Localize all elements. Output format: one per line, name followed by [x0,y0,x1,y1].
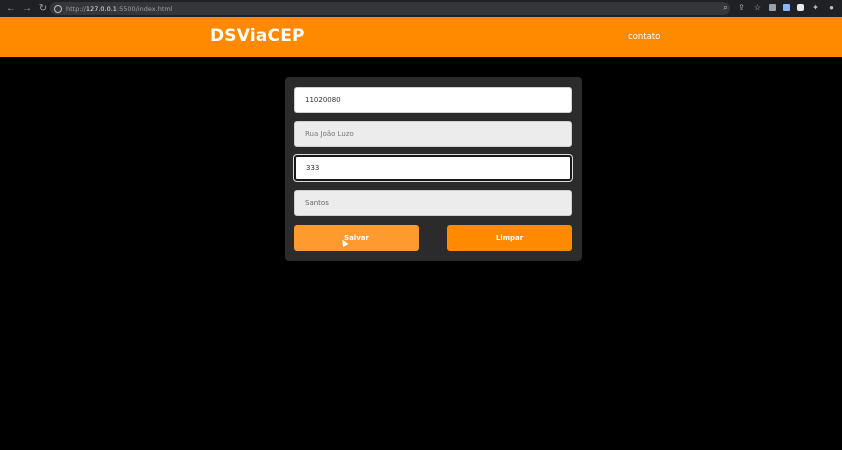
street-input[interactable] [294,121,572,147]
clear-button[interactable]: Limpar [447,225,572,251]
browser-actions: ⌕ ⇪ ☆ ✦ ● [721,3,836,12]
url-text: http://127.0.0.1:5500/index.html [66,4,173,13]
address-bar[interactable]: http://127.0.0.1:5500/index.html [50,2,730,15]
extension-icon[interactable] [783,4,790,11]
site-header: DSViaCEP contato [0,17,842,57]
profile-icon[interactable]: ● [827,3,836,12]
number-input[interactable] [294,155,572,181]
reload-icon[interactable]: ↻ [36,2,50,16]
city-input[interactable] [294,190,572,216]
extension-icon[interactable] [769,4,776,11]
forward-icon[interactable]: → [20,2,34,16]
cep-input[interactable] [294,87,572,113]
browser-toolbar: ← → ↻ http://127.0.0.1:5500/index.html ⌕… [0,0,842,17]
extension-icon[interactable] [797,4,804,11]
nav-link-contato[interactable]: contato [628,32,660,42]
back-icon[interactable]: ← [4,2,18,16]
site-info-icon[interactable] [54,4,62,13]
share-icon[interactable]: ⇪ [737,3,746,12]
address-form: Salvar Limpar [285,77,582,261]
extensions-puzzle-icon[interactable]: ✦ [811,3,820,12]
bookmark-star-icon[interactable]: ☆ [753,3,762,12]
save-button[interactable]: Salvar [294,225,419,251]
site-logo[interactable]: DSViaCEP [210,26,305,46]
zoom-icon[interactable]: ⌕ [721,3,730,12]
